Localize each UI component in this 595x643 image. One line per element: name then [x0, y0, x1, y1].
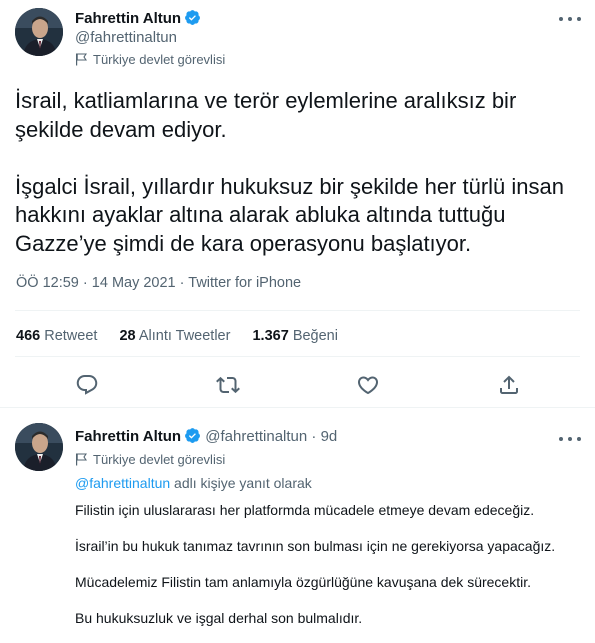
reply-author-handle[interactable]: @fahrettinaltun — [205, 428, 307, 445]
tweet-stats: 466 Retweet 28 Alıntı Tweetler 1.367 Beğ… — [16, 328, 356, 344]
tweet-text: İsrail, katliamlarına ve terör eylemleri… — [15, 87, 585, 287]
reply-line: İsrail’in bu hukuk tanımaz tavrının son … — [75, 538, 556, 554]
tweet-time[interactable]: ÖÖ 12:59 — [16, 275, 79, 291]
like-icon[interactable] — [356, 373, 380, 397]
tweet-paragraph: İsrail, katliamlarına ve terör eylemleri… — [15, 87, 585, 144]
flag-icon — [76, 453, 87, 466]
tweet-paragraph: İşgalci İsrail, yıllardır hukuksuz bir ş… — [15, 173, 585, 259]
reply-author-name[interactable]: Fahrettin Altun — [75, 428, 181, 445]
retweet-icon[interactable] — [216, 373, 240, 397]
tweet-meta: ÖÖ 12:59 · 14 May 2021 · Twitter for iPh… — [16, 275, 301, 291]
replying-to: @fahrettinaltun adlı kişiye yanıt olarak — [75, 475, 312, 491]
account-label: Türkiye devlet görevlisi — [75, 52, 225, 67]
more-options-icon[interactable] — [559, 433, 581, 445]
reply-line: Mücadelemiz Filistin tam anlamıyla özgür… — [75, 574, 531, 590]
meta-separator: · — [311, 428, 317, 445]
tweet-line: İşgalci İsrail, yıllardır hukuksuz bir ş… — [15, 173, 565, 199]
divider — [15, 310, 580, 311]
quotes-label: Alıntı Tweetler — [138, 328, 231, 344]
retweets-label: Retweet — [44, 328, 98, 344]
reply-line: Filistin için uluslararası her platformd… — [75, 502, 535, 518]
tweet-line: Gazze’ye şimdi de kara operasyonu başlat… — [15, 230, 472, 256]
tweet-source[interactable]: Twitter for iPhone — [188, 275, 301, 291]
replying-mention[interactable]: @fahrettinaltun — [75, 475, 170, 491]
verified-badge-icon — [185, 428, 201, 443]
main-tweet: Fahrettin Altun @fahrettinaltun Türkiye … — [0, 0, 595, 408]
author-name-row[interactable]: Fahrettin Altun — [75, 9, 201, 27]
account-label: Türkiye devlet görevlisi — [75, 452, 225, 467]
reply-header: Fahrettin Altun @fahrettinaltun · 9d — [75, 427, 337, 445]
author-name[interactable]: Fahrettin Altun — [75, 10, 181, 27]
likes-count: 1.367 — [252, 328, 289, 344]
author-handle[interactable]: @fahrettinaltun — [75, 29, 177, 46]
reply-tweet[interactable]: Fahrettin Altun @fahrettinaltun · 9d Tür… — [0, 409, 595, 643]
avatar-image — [15, 8, 63, 56]
meta-separator: · — [82, 275, 88, 291]
avatar[interactable] — [15, 423, 63, 471]
tweet-date[interactable]: 14 May 2021 — [92, 275, 176, 291]
account-label-text: Türkiye devlet görevlisi — [93, 52, 226, 67]
quotes-stat[interactable]: 28 Alıntı Tweetler — [119, 328, 230, 344]
likes-label: Beğeni — [292, 328, 338, 344]
tweet-line: hakkını ayaklar altına alarak abluka alt… — [15, 202, 506, 227]
quotes-count: 28 — [119, 328, 136, 344]
reply-text: Filistin için uluslararası her platformd… — [75, 501, 585, 643]
avatar-image — [15, 423, 63, 471]
reply-icon[interactable] — [75, 373, 99, 397]
retweets-stat[interactable]: 466 Retweet — [16, 328, 97, 344]
more-options-icon[interactable] — [559, 13, 581, 25]
account-label-text: Türkiye devlet görevlisi — [93, 452, 226, 467]
flag-icon — [76, 53, 87, 66]
replying-suffix: adlı kişiye yanıt olarak — [174, 475, 312, 491]
tweet-actions — [0, 373, 595, 401]
meta-separator: · — [179, 275, 185, 291]
tweet-line: şekilde devam ediyor. — [15, 116, 227, 142]
reply-line: Bu hukuksuzluk ve işgal derhal son bulma… — [75, 610, 363, 626]
likes-stat[interactable]: 1.367 Beğeni — [252, 328, 337, 344]
divider — [15, 356, 580, 357]
retweets-count: 466 — [16, 328, 41, 344]
reply-time[interactable]: 9d — [321, 428, 338, 445]
avatar[interactable] — [15, 8, 63, 56]
verified-badge-icon — [185, 10, 201, 25]
share-icon[interactable] — [497, 373, 521, 397]
tweet-line: İsrail, katliamlarına ve terör eylemleri… — [15, 88, 517, 113]
